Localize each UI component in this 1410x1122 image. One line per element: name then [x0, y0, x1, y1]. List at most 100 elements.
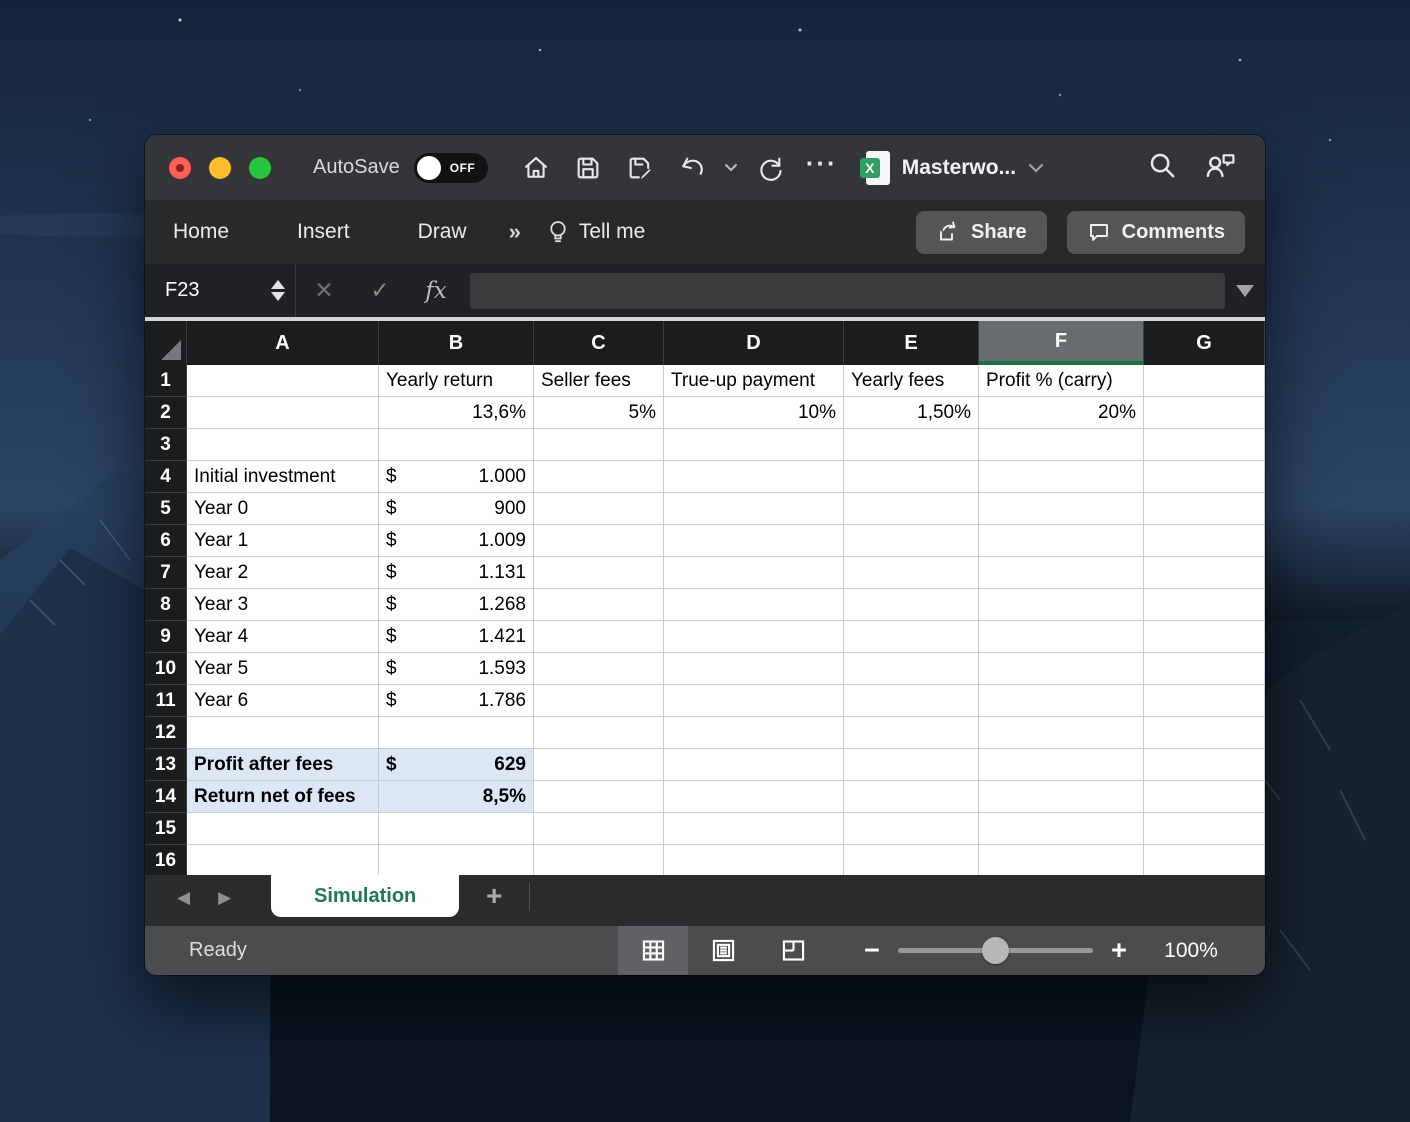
- cell-D5[interactable]: [664, 493, 844, 525]
- column-header-E[interactable]: E: [844, 321, 979, 365]
- cell-C1[interactable]: Seller fees: [534, 365, 664, 397]
- cell-C14[interactable]: [534, 781, 664, 813]
- column-header-B[interactable]: B: [379, 321, 534, 365]
- cell-B6[interactable]: $1.009: [379, 525, 534, 557]
- cell-C8[interactable]: [534, 589, 664, 621]
- cell-G3[interactable]: [1144, 429, 1265, 461]
- cell-E10[interactable]: [844, 653, 979, 685]
- cell-A4[interactable]: Initial investment: [187, 461, 379, 493]
- save-as-icon[interactable]: [618, 146, 662, 190]
- cell-F6[interactable]: [979, 525, 1144, 557]
- prev-sheet-icon[interactable]: ◀: [177, 889, 190, 906]
- page-break-view-button[interactable]: [758, 926, 828, 975]
- column-header-C[interactable]: C: [534, 321, 664, 365]
- row-header-4[interactable]: 4: [145, 461, 187, 493]
- cell-D13[interactable]: [664, 749, 844, 781]
- cell-C5[interactable]: [534, 493, 664, 525]
- column-header-G[interactable]: G: [1144, 321, 1265, 365]
- cell-E1[interactable]: Yearly fees: [844, 365, 979, 397]
- cell-G7[interactable]: [1144, 557, 1265, 589]
- cell-G8[interactable]: [1144, 589, 1265, 621]
- cell-C7[interactable]: [534, 557, 664, 589]
- add-sheet-button[interactable]: +: [459, 875, 529, 917]
- cell-B16[interactable]: [379, 845, 534, 875]
- cell-B8[interactable]: $1.268: [379, 589, 534, 621]
- cell-D7[interactable]: [664, 557, 844, 589]
- cell-D6[interactable]: [664, 525, 844, 557]
- spinner-down-icon[interactable]: [271, 292, 285, 301]
- row-header-13[interactable]: 13: [145, 749, 187, 781]
- cell-B3[interactable]: [379, 429, 534, 461]
- cell-B15[interactable]: [379, 813, 534, 845]
- cell-C16[interactable]: [534, 845, 664, 875]
- column-header-F[interactable]: F: [979, 321, 1144, 365]
- cell-A1[interactable]: [187, 365, 379, 397]
- cell-C15[interactable]: [534, 813, 664, 845]
- cell-B4[interactable]: $1.000: [379, 461, 534, 493]
- cell-F3[interactable]: [979, 429, 1144, 461]
- cell-G12[interactable]: [1144, 717, 1265, 749]
- column-header-A[interactable]: A: [187, 321, 379, 365]
- cell-G11[interactable]: [1144, 685, 1265, 717]
- cell-A10[interactable]: Year 5: [187, 653, 379, 685]
- cell-E13[interactable]: [844, 749, 979, 781]
- cell-D11[interactable]: [664, 685, 844, 717]
- home-icon[interactable]: [514, 146, 558, 190]
- cell-G9[interactable]: [1144, 621, 1265, 653]
- cell-F11[interactable]: [979, 685, 1144, 717]
- cell-D2[interactable]: 10%: [664, 397, 844, 429]
- cell-B13[interactable]: $629: [379, 749, 534, 781]
- cell-F4[interactable]: [979, 461, 1144, 493]
- close-button[interactable]: [169, 157, 191, 179]
- cell-D15[interactable]: [664, 813, 844, 845]
- cell-G1[interactable]: [1144, 365, 1265, 397]
- cell-E15[interactable]: [844, 813, 979, 845]
- row-header-15[interactable]: 15: [145, 813, 187, 845]
- formula-input[interactable]: [470, 273, 1225, 309]
- cell-D16[interactable]: [664, 845, 844, 875]
- cell-E3[interactable]: [844, 429, 979, 461]
- cell-C4[interactable]: [534, 461, 664, 493]
- cell-F13[interactable]: [979, 749, 1144, 781]
- title-dropdown-icon[interactable]: [1028, 163, 1044, 173]
- name-box-spinner[interactable]: [271, 280, 285, 301]
- cell-G14[interactable]: [1144, 781, 1265, 813]
- row-header-7[interactable]: 7: [145, 557, 187, 589]
- cell-F12[interactable]: [979, 717, 1144, 749]
- cell-E14[interactable]: [844, 781, 979, 813]
- row-header-6[interactable]: 6: [145, 525, 187, 557]
- row-header-3[interactable]: 3: [145, 429, 187, 461]
- name-box[interactable]: F23: [145, 264, 295, 317]
- cell-E6[interactable]: [844, 525, 979, 557]
- expand-formula-bar-icon[interactable]: [1225, 285, 1265, 297]
- cell-B7[interactable]: $1.131: [379, 557, 534, 589]
- cell-F9[interactable]: [979, 621, 1144, 653]
- cell-F15[interactable]: [979, 813, 1144, 845]
- cell-C9[interactable]: [534, 621, 664, 653]
- cell-A15[interactable]: [187, 813, 379, 845]
- cell-F8[interactable]: [979, 589, 1144, 621]
- search-icon[interactable]: [1147, 150, 1177, 185]
- cell-E7[interactable]: [844, 557, 979, 589]
- row-header-2[interactable]: 2: [145, 397, 187, 429]
- tell-me-button[interactable]: Tell me: [539, 213, 654, 251]
- cell-F1[interactable]: Profit % (carry): [979, 365, 1144, 397]
- ribbon-overflow-icon[interactable]: »: [501, 213, 529, 251]
- minimize-button[interactable]: [209, 157, 231, 179]
- cell-E2[interactable]: 1,50%: [844, 397, 979, 429]
- undo-icon[interactable]: [670, 146, 714, 190]
- row-header-8[interactable]: 8: [145, 589, 187, 621]
- cell-D12[interactable]: [664, 717, 844, 749]
- cell-D14[interactable]: [664, 781, 844, 813]
- cell-F14[interactable]: [979, 781, 1144, 813]
- next-sheet-icon[interactable]: ▶: [218, 889, 231, 906]
- row-header-5[interactable]: 5: [145, 493, 187, 525]
- comments-button[interactable]: Comments: [1067, 211, 1245, 254]
- redo-icon[interactable]: [748, 146, 792, 190]
- cell-C13[interactable]: [534, 749, 664, 781]
- cell-A2[interactable]: [187, 397, 379, 429]
- cell-F7[interactable]: [979, 557, 1144, 589]
- cell-G13[interactable]: [1144, 749, 1265, 781]
- cancel-entry-icon[interactable]: ✕: [296, 277, 352, 304]
- zoom-slider-thumb[interactable]: [982, 937, 1009, 964]
